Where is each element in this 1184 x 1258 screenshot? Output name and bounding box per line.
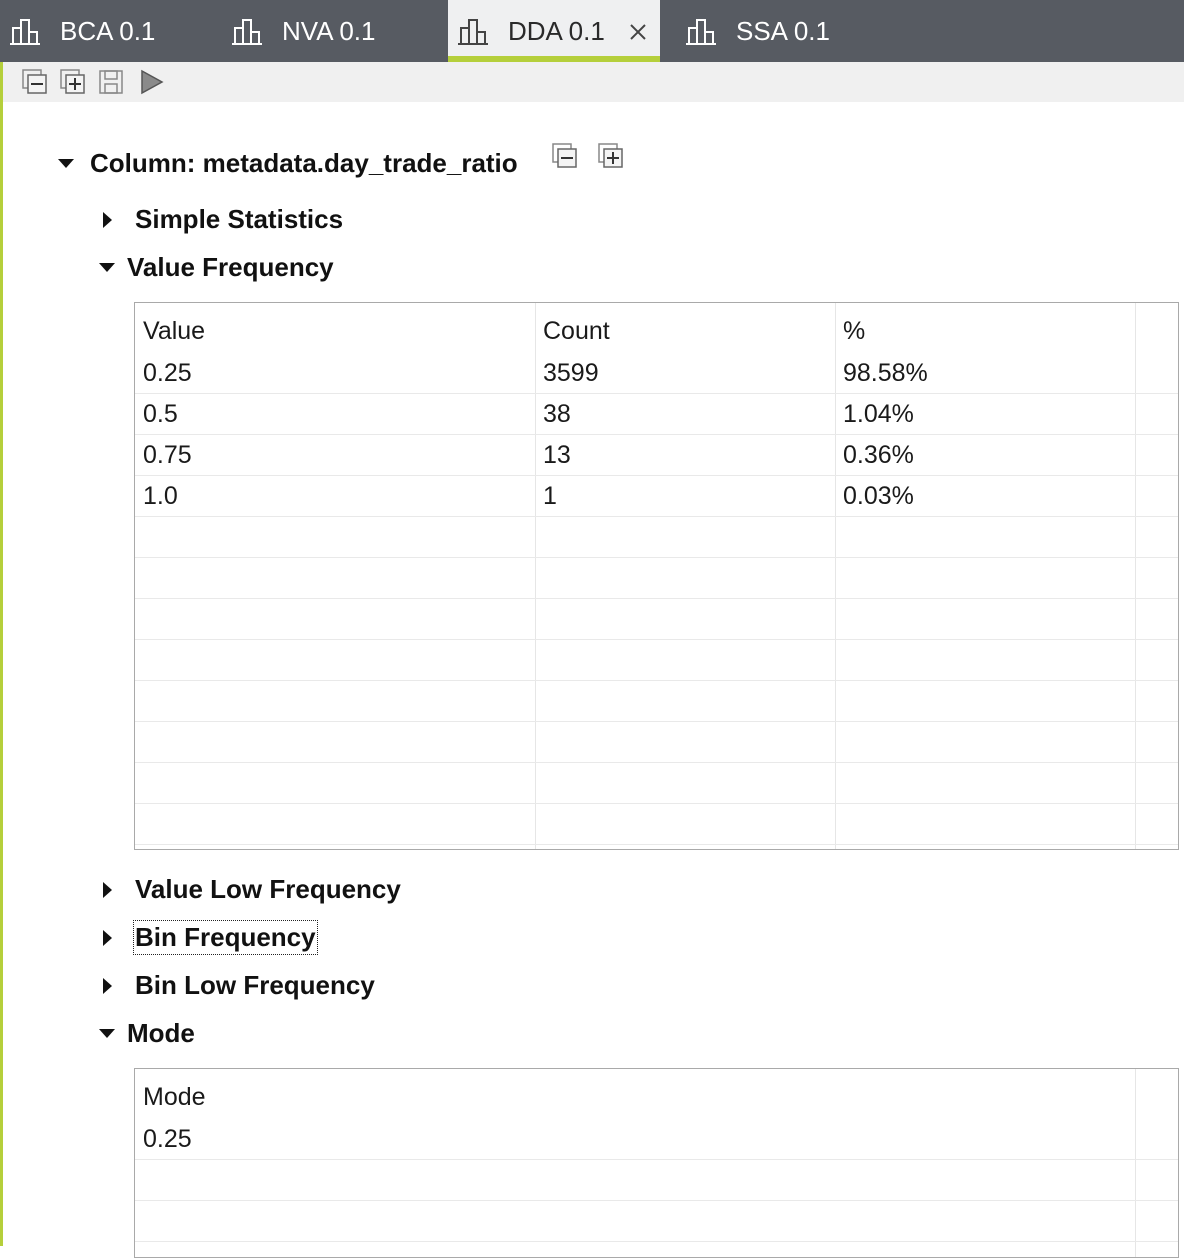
- tab-dda[interactable]: DDA 0.1: [448, 0, 660, 62]
- tab-ssa[interactable]: SSA 0.1: [684, 0, 894, 62]
- empty-table-row: [135, 681, 1178, 722]
- section-mode[interactable]: Mode: [97, 1018, 195, 1049]
- empty-table-row: [135, 1201, 1178, 1242]
- section-bin-frequency[interactable]: Bin Frequency: [97, 920, 318, 955]
- tab-label: NVA 0.1: [282, 15, 376, 46]
- tab-nva[interactable]: NVA 0.1: [230, 0, 440, 62]
- expanded-triangle-icon[interactable]: [97, 1024, 117, 1044]
- table-header-row: Mode: [135, 1075, 1178, 1119]
- empty-table-row: [135, 1160, 1178, 1201]
- run-icon[interactable]: [137, 68, 165, 96]
- table-header-row: Value Count %: [135, 309, 1178, 353]
- empty-table-row: [135, 640, 1178, 681]
- cell-mode: 0.25: [143, 1124, 192, 1153]
- analysis-results-panel: Column: metadata.day_trade_ratio Simple …: [0, 102, 1184, 1258]
- column-header-percent[interactable]: %: [835, 309, 1135, 353]
- cell-value: 0.5: [143, 399, 178, 428]
- section-bin-low-frequency[interactable]: Bin Low Frequency: [97, 970, 375, 1001]
- close-icon[interactable]: [627, 19, 651, 43]
- table-row[interactable]: 0.25: [135, 1119, 1178, 1160]
- table-row[interactable]: 1.0 1 0.03%: [135, 476, 1178, 517]
- cell-percent: 1.04%: [843, 399, 914, 428]
- collapse-all-icon[interactable]: [551, 142, 579, 170]
- column-header-mode[interactable]: Mode: [135, 1075, 1135, 1119]
- section-label: Bin Low Frequency: [135, 970, 375, 1000]
- bar-chart-icon: [686, 19, 716, 45]
- column-header-count[interactable]: Count: [535, 309, 835, 353]
- mode-table: Mode 0.25: [134, 1068, 1179, 1258]
- collapsed-triangle-icon[interactable]: [97, 976, 117, 996]
- collapsed-triangle-icon[interactable]: [97, 880, 117, 900]
- cell-percent: 0.36%: [843, 440, 914, 469]
- collapsed-triangle-icon[interactable]: [97, 928, 117, 948]
- tab-bca[interactable]: BCA 0.1: [8, 0, 218, 62]
- expand-all-icon[interactable]: [597, 142, 625, 170]
- section-label: Simple Statistics: [135, 204, 344, 234]
- cell-percent: 0.03%: [843, 481, 914, 510]
- tab-label: DDA 0.1: [508, 15, 605, 46]
- section-label: Value Low Frequency: [135, 874, 401, 904]
- cell-value: 1.0: [143, 481, 178, 510]
- cell-count: 3599: [543, 358, 599, 387]
- collapsed-triangle-icon[interactable]: [97, 210, 117, 230]
- section-value-frequency[interactable]: Value Frequency: [97, 252, 334, 283]
- expand-all-icon[interactable]: [59, 68, 87, 96]
- bar-chart-icon: [10, 19, 40, 45]
- table-row[interactable]: 0.75 13 0.36%: [135, 435, 1178, 476]
- empty-table-row: [135, 804, 1178, 845]
- column-header-value[interactable]: Value: [135, 309, 535, 353]
- column-node[interactable]: Column: metadata.day_trade_ratio: [56, 148, 518, 179]
- section-label: Mode: [127, 1018, 195, 1048]
- empty-table-row: [135, 763, 1178, 804]
- bar-chart-icon: [232, 19, 262, 45]
- editor-toolbar: [0, 62, 1184, 102]
- tab-label: SSA 0.1: [736, 15, 830, 46]
- section-value-low-frequency[interactable]: Value Low Frequency: [97, 874, 401, 905]
- tab-label: BCA 0.1: [60, 15, 156, 46]
- cell-count: 38: [543, 399, 571, 428]
- save-icon[interactable]: [97, 68, 125, 96]
- section-label: Bin Frequency: [133, 920, 318, 955]
- cell-count: 1: [543, 481, 557, 510]
- empty-table-row: [135, 558, 1178, 599]
- column-label: Column: metadata.day_trade_ratio: [90, 148, 518, 178]
- cell-count: 13: [543, 440, 571, 469]
- expanded-triangle-icon[interactable]: [56, 154, 76, 174]
- editor-tab-bar: BCA 0.1 NVA 0.1 DDA 0.1 SSA 0.1: [0, 0, 1184, 62]
- empty-table-row: [135, 722, 1178, 763]
- collapse-all-icon[interactable]: [21, 68, 49, 96]
- table-row[interactable]: 0.5 38 1.04%: [135, 394, 1178, 435]
- section-simple-statistics[interactable]: Simple Statistics: [97, 204, 343, 235]
- empty-table-row: [135, 599, 1178, 640]
- cell-percent: 98.58%: [843, 358, 928, 387]
- expanded-triangle-icon[interactable]: [97, 258, 117, 278]
- empty-table-row: [135, 517, 1178, 558]
- table-row[interactable]: 0.25 3599 98.58%: [135, 353, 1178, 394]
- section-label: Value Frequency: [127, 252, 334, 282]
- cell-value: 0.25: [143, 358, 192, 387]
- bar-chart-icon: [458, 19, 488, 45]
- cell-value: 0.75: [143, 440, 192, 469]
- value-frequency-table: Value Count % 0.25 3599 98.58% 0.5 38 1.…: [134, 302, 1179, 850]
